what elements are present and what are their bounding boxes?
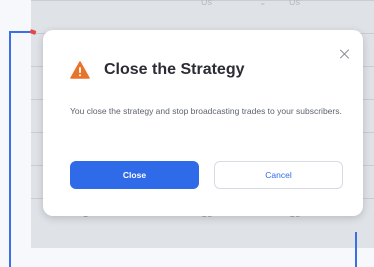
warning-icon bbox=[70, 61, 90, 79]
guide-line-top bbox=[9, 31, 31, 33]
cancel-button[interactable]: Cancel bbox=[214, 161, 343, 189]
table-cell: Us bbox=[289, 0, 300, 7]
dialog-message: You close the strategy and stop broadcas… bbox=[70, 106, 342, 116]
table-row: Us ⌄ Us bbox=[31, 0, 374, 33]
guide-line-right bbox=[355, 232, 357, 267]
guide-line-left bbox=[9, 31, 11, 267]
close-button[interactable]: Close bbox=[70, 161, 199, 189]
chevron-down-icon: ⌄ bbox=[259, 0, 267, 7]
table-cell: Us bbox=[201, 0, 212, 7]
close-icon[interactable] bbox=[339, 48, 351, 60]
screen-frame: Us ⌄ Us 1 Us ⌄ Us Close the Strategy You… bbox=[0, 0, 374, 267]
close-strategy-dialog: Close the Strategy You close the strateg… bbox=[43, 30, 363, 216]
dialog-title: Close the Strategy bbox=[104, 61, 245, 78]
